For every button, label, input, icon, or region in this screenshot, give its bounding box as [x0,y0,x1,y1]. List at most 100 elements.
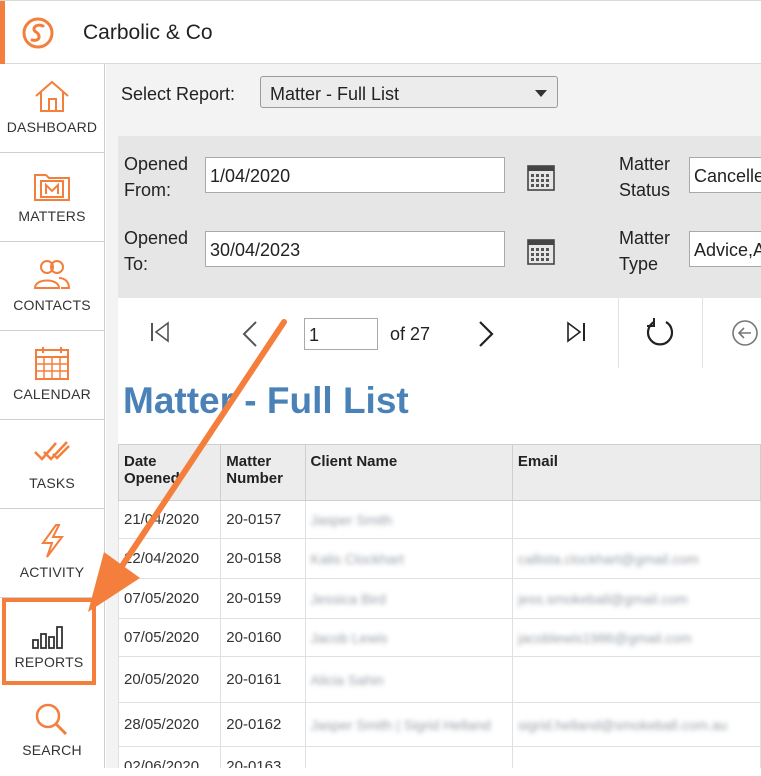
sidebar-item-activity[interactable]: ACTIVITY [0,509,104,598]
table-row: 28/05/2020 20-0162 Jasper Smith | Sigrid… [117,702,761,747]
lightning-icon [41,524,64,558]
report-pager: 1 of 27 [118,298,761,369]
bar-chart-icon [32,626,63,649]
sidebar-item-matters[interactable]: MATTERS [0,153,104,242]
matter-number-cell: 20-0158 [220,538,306,579]
report-select[interactable]: Matter - Full List [260,76,558,108]
magnifier-icon [35,703,68,736]
next-page-icon[interactable] [474,320,498,348]
table-row: 21/04/2020 20-0157 Jasper Smith [117,500,761,539]
sidebar-item-label: MATTERS [18,208,86,224]
app-logo-icon [22,17,54,49]
select-report-label: Select Report: [121,84,236,104]
calendar-picker-icon[interactable] [527,237,555,265]
email-cell: callista.clockhart@gmail.com [511,538,761,579]
date-cell: 28/05/2020 [117,702,222,747]
table-row: 22/04/2020 20-0158 Kalis Clockhart calli… [117,538,761,579]
sidebar-item-label: CONTACTS [13,297,91,313]
report-select-value: Matter - Full List [270,84,400,104]
calendar-icon [35,347,69,380]
opened-to-label: Opened To: [124,228,189,274]
main-content: Select Report: Matter - Full List Opened… [106,64,761,768]
client-name-cell: Jasper Smith | Sigrid Helland [304,702,513,747]
sidebar-item-label: ACTIVITY [19,564,85,580]
column-header: Date Opened [117,444,222,501]
email-cell: sigrid.helland@smokeball.com.au [511,702,761,747]
matter-type-label: Matter Type [619,228,671,274]
people-icon [33,260,71,289]
report-table: Date Opened Matter Number Client Name Em… [117,444,761,768]
email-cell [511,500,761,539]
sidebar-item-label: REPORTS [14,654,84,670]
opened-to-field[interactable]: 30/04/2023 [205,231,505,267]
opened-from-value: 1/04/2020 [210,166,291,186]
column-header: Client Name [304,444,513,501]
table-row: 20/05/2020 20-0161 Alicia Sahin [117,656,761,703]
matter-number-cell: 20-0162 [220,702,306,747]
report-title: Matter - Full List [123,380,409,421]
client-name-cell: Kalis Clockhart [304,538,513,579]
table-row: 02/06/2020 20-0163 [117,746,761,768]
matter-status-value: Cancelled [694,166,761,186]
matter-number-cell: 20-0163 [220,746,306,768]
chevron-down-icon [535,90,547,97]
matter-status-field[interactable]: Cancelled [689,157,761,193]
house-icon [35,80,69,112]
previous-page-icon[interactable] [238,320,262,348]
app-title: Carbolic & Co [83,21,213,44]
matter-number-cell: 20-0160 [220,618,306,657]
first-page-icon[interactable] [148,320,172,344]
pager-divider [618,298,619,368]
folder-icon [34,174,70,201]
date-cell: 22/04/2020 [117,538,222,579]
app-header: Carbolic & Co [0,0,761,65]
client-name-cell: Jasper Smith [304,500,513,539]
sidebar-item-search[interactable]: SEARCH [0,687,104,776]
column-header: Matter Number [220,444,306,501]
page-number-input[interactable]: 1 [304,318,378,350]
filter-panel: Opened From: 1/04/2020 Matter Status Can… [118,136,761,298]
matter-type-field[interactable]: Advice,A [689,231,761,267]
refresh-icon[interactable] [644,316,676,348]
matter-number-cell: 20-0161 [220,656,306,703]
date-cell: 02/06/2020 [117,746,222,768]
client-name-cell: Alicia Sahin [304,656,513,703]
date-cell: 20/05/2020 [117,656,222,703]
column-header: Email [511,444,761,501]
sidebar-item-contacts[interactable]: CONTACTS [0,242,104,331]
page-number-value: 1 [309,325,320,345]
checkmarks-icon [34,441,70,461]
table-row: 07/05/2020 20-0160 Jacob Lewis jacoblewi… [117,618,761,657]
matter-status-label: Matter Status [619,154,671,200]
back-icon[interactable] [730,318,760,348]
sidebar-item-label: SEARCH [22,742,82,758]
opened-from-field[interactable]: 1/04/2020 [205,157,505,193]
sidebar-item-reports[interactable]: REPORTS [2,598,96,685]
sidebar-item-calendar[interactable]: CALENDAR [0,331,104,420]
opened-from-label: Opened From: [124,154,189,200]
client-name-cell: Jacob Lewis [304,618,513,657]
pager-divider [702,298,703,368]
matter-number-cell: 20-0159 [220,578,306,619]
opened-to-value: 30/04/2023 [210,240,301,260]
sidebar-item-label: DASHBOARD [6,119,98,135]
sidebar-item-label: CALENDAR [13,386,91,402]
sidebar-item-dashboard[interactable]: DASHBOARD [0,64,104,153]
email-cell [511,656,761,703]
sidebar-item-tasks[interactable]: TASKS [0,420,104,509]
matter-type-value: Advice,A [694,240,761,260]
email-cell: jacoblewis1986@gmail.com [511,618,761,657]
last-page-icon[interactable] [564,320,588,344]
report-view: Matter - Full List Date Opened Matter Nu… [117,368,761,768]
client-name-cell: Jessica Bird [304,578,513,619]
date-cell: 21/04/2020 [117,500,222,539]
header-accent-bar [0,1,5,65]
date-cell: 07/05/2020 [117,578,222,619]
table-row: 07/05/2020 20-0159 Jessica Bird jess.smo… [117,578,761,619]
sidebar: DASHBOARD MATTERS CONTACTS CALENDAR TASK… [0,64,105,768]
date-cell: 07/05/2020 [117,618,222,657]
calendar-picker-icon[interactable] [527,163,555,191]
email-cell: jess.smokeball@gmail.com [511,578,761,619]
sidebar-item-label: TASKS [29,475,75,491]
client-name-cell [304,746,513,768]
